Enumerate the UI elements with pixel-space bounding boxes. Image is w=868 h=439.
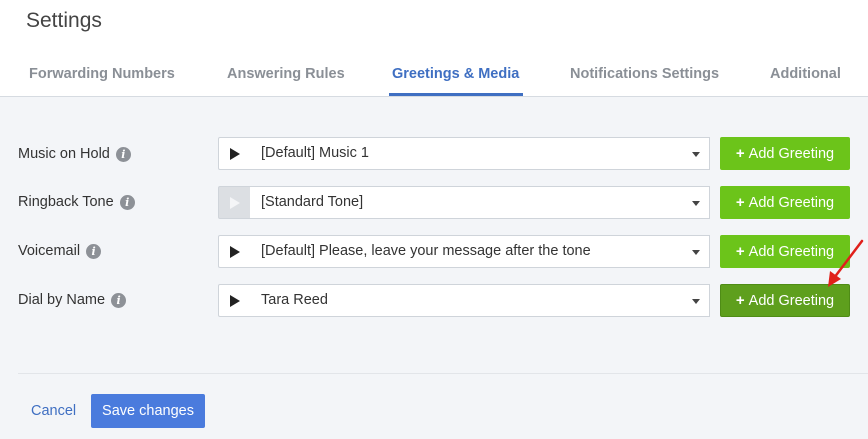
tab-forwarding-numbers[interactable]: Forwarding Numbers [29,66,175,82]
chevron-down-icon [692,152,700,157]
dial-by-name-label: Dial by Name i [18,292,127,308]
select-value: [Default] Music 1 [261,145,369,161]
play-button[interactable] [218,235,251,268]
add-greeting-label: Add Greeting [748,145,835,162]
voicemail-label: Voicemail i [18,243,102,259]
ringback-tone-select[interactable]: [Standard Tone] [250,186,710,219]
settings-header: Settings Forwarding Numbers Answering Ru… [0,0,868,97]
play-icon [229,196,240,209]
select-value: [Standard Tone] [261,194,364,210]
play-icon [229,147,240,160]
row-label-text: Ringback Tone [18,194,114,210]
add-greeting-label: Add Greeting [748,194,835,211]
play-button[interactable] [218,284,251,317]
chevron-down-icon [692,250,700,255]
info-icon[interactable]: i [111,292,127,308]
add-greeting-button[interactable]: + Add Greeting [720,137,850,170]
select-value: Tara Reed [261,292,328,308]
annotation-arrow-icon [828,239,864,287]
row-label-text: Music on Hold [18,146,110,162]
play-icon [229,294,240,307]
plus-icon: + [735,145,745,162]
info-icon[interactable]: i [86,243,102,259]
info-icon[interactable]: i [115,146,131,162]
cancel-link[interactable]: Cancel [31,403,76,419]
info-icon[interactable]: i [119,194,135,210]
plus-icon: + [735,194,745,211]
footer-divider [18,373,868,374]
plus-icon: + [735,292,745,309]
voicemail-select[interactable]: [Default] Please, leave your message aft… [250,235,710,268]
play-button-disabled [218,186,251,219]
row-label-text: Voicemail [18,243,81,259]
page-title: Settings [26,9,102,32]
tab-additional[interactable]: Additional [770,66,841,82]
select-value: [Default] Please, leave your message aft… [261,243,591,259]
plus-icon: + [735,243,745,260]
chevron-down-icon [692,299,700,304]
play-button[interactable] [218,137,251,170]
active-tab-indicator [389,93,523,96]
play-icon [229,245,240,258]
add-greeting-button[interactable]: + Add Greeting [720,186,850,219]
tab-notifications-settings[interactable]: Notifications Settings [570,66,719,82]
dial-by-name-select[interactable]: Tara Reed [250,284,710,317]
add-greeting-label: Add Greeting [748,292,835,309]
ringback-tone-label: Ringback Tone i [18,194,135,210]
save-changes-button[interactable]: Save changes [91,394,205,428]
music-on-hold-label: Music on Hold i [18,146,131,162]
tab-answering-rules[interactable]: Answering Rules [227,66,345,82]
tab-greetings-media[interactable]: Greetings & Media [392,66,519,82]
row-label-text: Dial by Name [18,292,106,308]
music-on-hold-select[interactable]: [Default] Music 1 [250,137,710,170]
chevron-down-icon [692,201,700,206]
